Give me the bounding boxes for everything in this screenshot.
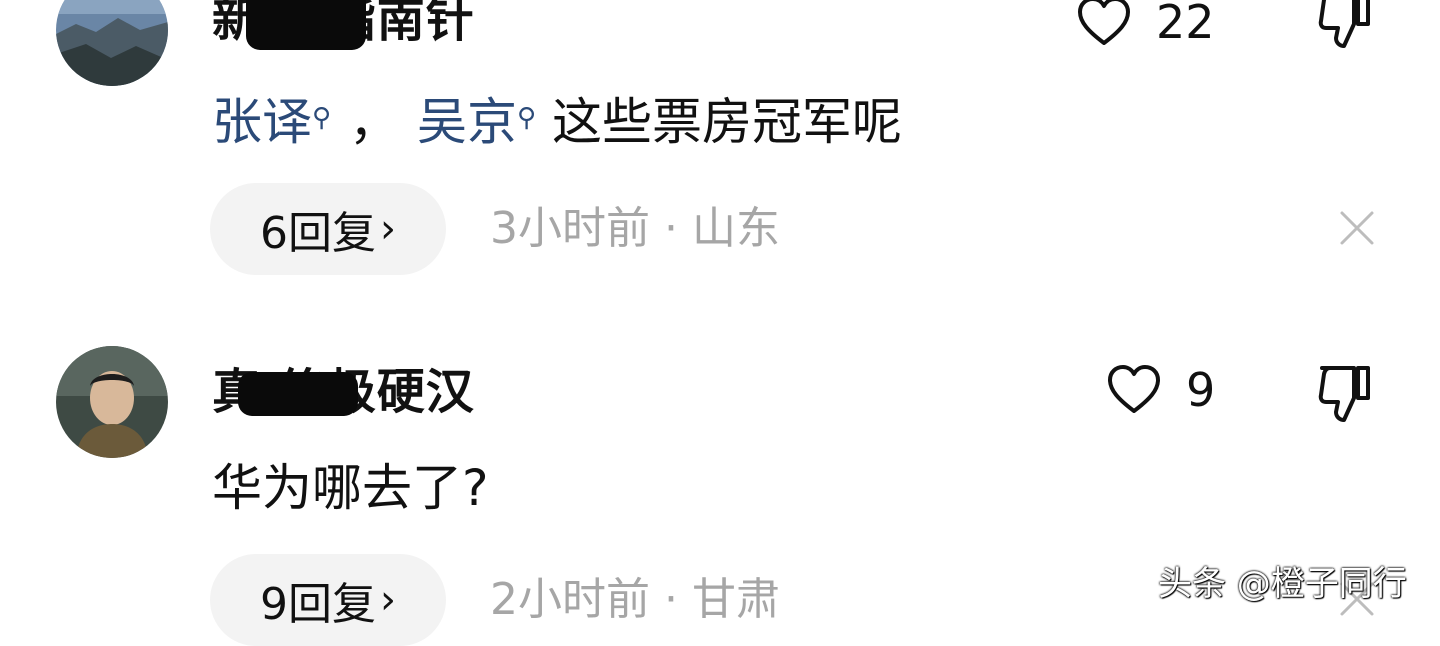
author-name-wrap: 真 终极硬汉 bbox=[212, 362, 475, 422]
watermark: 头条 @橙子同行 bbox=[1158, 564, 1407, 604]
replies-button[interactable]: 6回复 › bbox=[210, 183, 446, 275]
thumb-down-icon[interactable] bbox=[1314, 0, 1374, 52]
mention-link[interactable]: 吴京⚲ bbox=[417, 93, 536, 151]
heart-outline-icon bbox=[1078, 0, 1130, 45]
redaction-block bbox=[238, 372, 358, 416]
replies-label: 9回复 bbox=[260, 579, 376, 630]
comment-content: 张译⚲ ， 吴京⚲ 这些票房冠军呢 bbox=[212, 90, 902, 154]
comment-meta: 3小时前 · 山东 bbox=[490, 203, 780, 254]
avatar[interactable] bbox=[56, 0, 168, 86]
like-count: 9 bbox=[1186, 363, 1216, 417]
mention-link[interactable]: 张译⚲ bbox=[212, 93, 331, 151]
like-count: 22 bbox=[1156, 0, 1215, 49]
avatar-portrait-image bbox=[56, 346, 168, 458]
author-name-wrap: 新 代指南针 bbox=[212, 0, 475, 50]
comment-text: 这些票房冠军呢 bbox=[552, 93, 902, 151]
thumb-down-icon[interactable] bbox=[1314, 362, 1374, 426]
redaction-block bbox=[246, 0, 366, 50]
comment-text: 华为哪去了? bbox=[212, 459, 489, 517]
close-icon[interactable] bbox=[1338, 209, 1376, 247]
like-button[interactable]: 9 bbox=[1104, 360, 1215, 420]
avatar-landscape-image bbox=[56, 0, 168, 86]
heart-outline-icon bbox=[1108, 365, 1160, 413]
chevron-right-icon: › bbox=[380, 577, 396, 623]
avatar[interactable] bbox=[56, 346, 168, 458]
comment-content: 华为哪去了? bbox=[212, 456, 489, 520]
replies-label: 6回复 bbox=[260, 208, 376, 259]
like-button[interactable]: 22 bbox=[1074, 0, 1215, 52]
search-icon: ⚲ bbox=[312, 103, 332, 133]
replies-button[interactable]: 9回复 › bbox=[210, 554, 446, 646]
chevron-right-icon: › bbox=[380, 206, 396, 252]
punctuation: ， bbox=[349, 93, 400, 151]
search-icon: ⚲ bbox=[517, 103, 537, 133]
comment-meta: 2小时前 · 甘肃 bbox=[490, 574, 780, 625]
